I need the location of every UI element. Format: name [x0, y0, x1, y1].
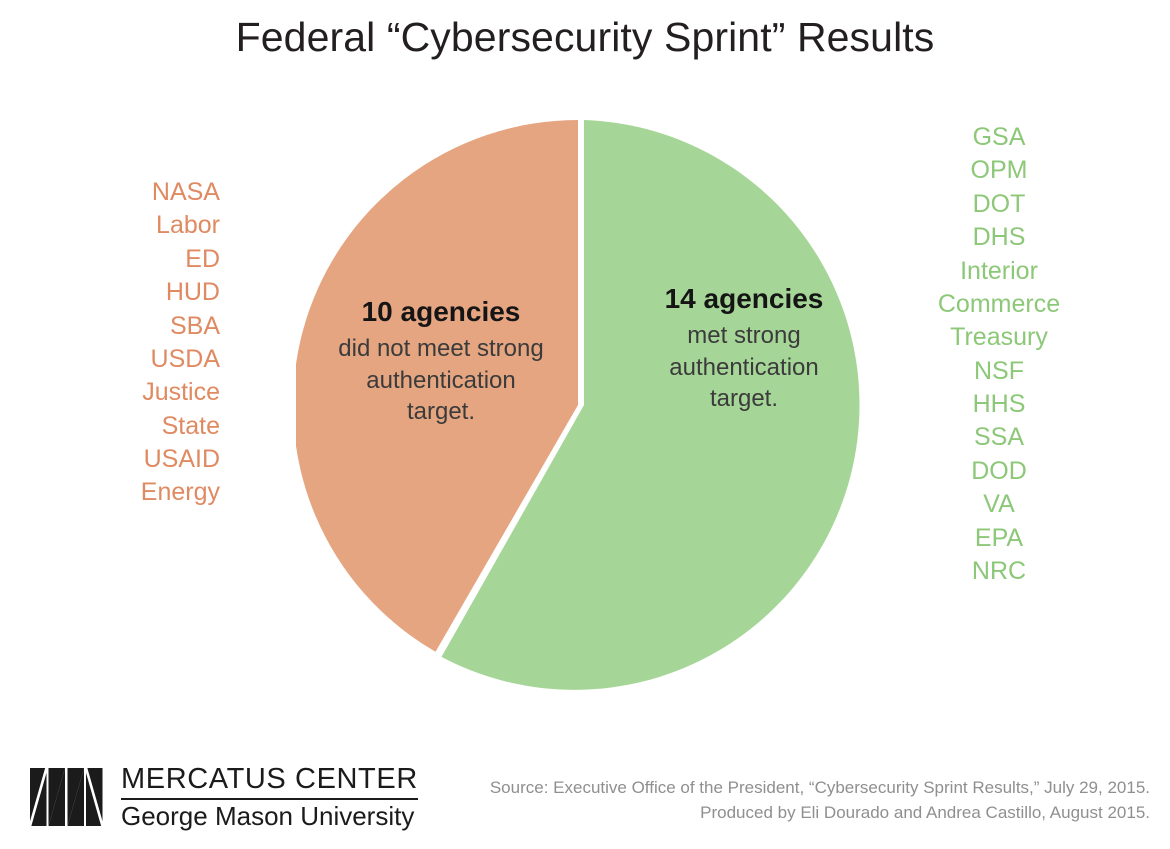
pie-slice-met-label: 14 agencies met strong authentication ta…	[624, 281, 864, 414]
logo-divider	[121, 797, 418, 800]
source-note: Source: Executive Office of the Presiden…	[450, 776, 1150, 825]
met-line3: target.	[709, 384, 779, 412]
agency-not-met-item: SBA	[169, 311, 220, 340]
agency-met-item: Treasury	[950, 323, 1048, 352]
agency-not-met-item: USAID	[143, 445, 220, 473]
agency-list-not-met: NASA Labor ED HUD SBA USDA Justice State USAID En…	[26, 176, 220, 510]
agency-met-item: HHS	[972, 390, 1026, 418]
not-met-line3: target.	[406, 397, 476, 425]
agency-not-met-item: Energy	[140, 478, 220, 507]
agency-met-item: VA	[983, 490, 1015, 519]
met-headline: 14 agencies	[664, 283, 824, 314]
agency-met-item: NSF	[974, 356, 1024, 385]
agency-not-met-item: Justice	[142, 378, 220, 407]
agency-not-met-item: ED	[185, 244, 220, 273]
agency-not-met-item: USDA	[150, 344, 220, 373]
agency-list-met: GSA OPM DOT DHS Interior Commerce Treasury NSF H…	[908, 121, 1090, 588]
page-title: Federal “Cybersecurity Sprint” Results	[235, 14, 935, 60]
agency-not-met-item: Labor	[156, 211, 220, 240]
agency-not-met-item: NASA	[151, 178, 220, 206]
agency-met-item: SSA	[973, 423, 1025, 452]
agency-met-item: DOD	[971, 456, 1027, 485]
not-met-headline: 10 agencies	[361, 296, 521, 327]
agency-met-item: OPM	[970, 156, 1028, 185]
mercatus-logo: MERCATUS CENTER George Mason University	[29, 762, 418, 832]
logo-secondary-text: George Mason University	[121, 800, 415, 831]
mercatus-wordmark: MERCATUS CENTER George Mason University	[121, 764, 418, 829]
agency-met-item: NRC	[971, 556, 1027, 585]
agency-met-item: DOT	[972, 189, 1026, 218]
agency-met-item: DHS	[972, 223, 1026, 252]
met-line2: authentication	[669, 353, 819, 381]
agency-met-item: EPA	[974, 523, 1024, 552]
agency-not-met-item: State	[161, 411, 220, 440]
pie-slice-not-met-label: 10 agencies did not meet strong authenti…	[307, 294, 575, 427]
poster-canvas: Federal “Cybersecurity Sprint” Results 1…	[0, 0, 1170, 849]
logo-primary-text: MERCATUS CENTER	[121, 763, 418, 796]
agency-not-met-item: HUD	[165, 278, 220, 307]
agency-met-item: Interior	[960, 256, 1038, 285]
source-line-1: Source: Executive Office of the Presiden…	[489, 778, 1150, 797]
met-line1: met strong	[687, 322, 801, 350]
not-met-line2: authentication	[366, 366, 516, 394]
not-met-line1: did not meet strong	[338, 335, 544, 363]
agency-met-item: Commerce	[937, 289, 1061, 318]
source-line-2: Produced by Eli Dourado and Andrea Casti…	[700, 802, 1150, 822]
agency-met-item: GSA	[972, 123, 1026, 151]
mercatus-m-mark-icon	[29, 767, 104, 827]
